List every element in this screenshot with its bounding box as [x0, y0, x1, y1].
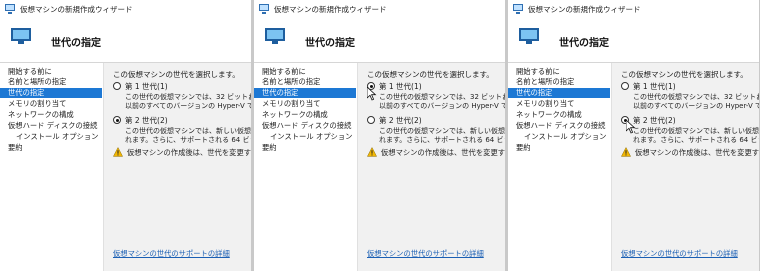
- gen2-label[interactable]: 第 2 世代(2): [379, 115, 422, 126]
- nav-item-generation[interactable]: 世代の指定: [508, 88, 610, 98]
- warning-text: 仮想マシンの作成後は、世代を変更すること: [127, 148, 251, 157]
- nav-item-name-location[interactable]: 名前と場所の指定: [254, 77, 356, 87]
- nav-item-install-options[interactable]: インストール オプション: [0, 132, 102, 142]
- nav-item-memory[interactable]: メモリの割り当て: [508, 99, 610, 109]
- vm-window-icon: [513, 4, 523, 14]
- gen1-radio[interactable]: [113, 82, 121, 90]
- nav-item-before-you-begin[interactable]: 開始する前に: [508, 67, 610, 77]
- page-title: 世代の指定: [559, 38, 609, 49]
- window-title: 仮想マシンの新規作成ウィザード: [528, 5, 641, 14]
- gen1-label[interactable]: 第 1 世代(1): [633, 81, 676, 92]
- generation-help-link[interactable]: 仮想マシンの世代のサポートの詳細: [621, 249, 738, 259]
- gen2-desc-line1: この世代の仮想マシンでは、新しい仮想化機能: [633, 127, 759, 135]
- gen2-desc-line1: この世代の仮想マシンでは、新しい仮想化機能: [379, 127, 505, 135]
- gen2-label[interactable]: 第 2 世代(2): [633, 115, 676, 126]
- gen1-desc-line2: 以前のすべてのバージョンの Hyper-V で使用: [125, 102, 251, 110]
- vm-window-icon: [259, 4, 269, 14]
- gen2-desc-line2: れます。さらに、サポートされる 64 ビット ゲスト: [633, 136, 759, 144]
- wizard-nav: 開始する前に 名前と場所の指定 世代の指定 メモリの割り当て ネットワークの構成…: [254, 63, 358, 271]
- mouse-cursor-icon: [367, 87, 377, 101]
- gen2-radio[interactable]: [113, 116, 121, 124]
- nav-item-generation[interactable]: 世代の指定: [254, 88, 356, 98]
- nav-item-virtual-disk[interactable]: 仮想ハード ディスクの接続: [508, 121, 610, 131]
- nav-item-before-you-begin[interactable]: 開始する前に: [0, 67, 102, 77]
- nav-item-summary[interactable]: 要約: [508, 143, 610, 153]
- gen1-label[interactable]: 第 1 世代(1): [125, 81, 168, 92]
- wizard-header: 世代の指定: [0, 16, 251, 62]
- warning-icon: [113, 147, 123, 157]
- gen2-desc-line2: れます。さらに、サポートされる 64 ビット ゲスト: [379, 136, 505, 144]
- nav-item-virtual-disk[interactable]: 仮想ハード ディスクの接続: [0, 121, 102, 131]
- generation-help-link[interactable]: 仮想マシンの世代のサポートの詳細: [367, 249, 484, 259]
- title-bar: 仮想マシンの新規作成ウィザード: [508, 0, 759, 16]
- page-title: 世代の指定: [305, 38, 355, 49]
- nav-item-install-options[interactable]: インストール オプション: [254, 132, 356, 142]
- mouse-cursor-icon: [626, 120, 636, 134]
- generation-help-link[interactable]: 仮想マシンの世代のサポートの詳細: [113, 249, 230, 259]
- gen1-desc-line2: 以前のすべてのバージョンの Hyper-V で使用: [633, 102, 759, 110]
- wizard-nav: 開始する前に 名前と場所の指定 世代の指定 メモリの割り当て ネットワークの構成…: [508, 63, 612, 271]
- gen2-desc-line2: れます。さらに、サポートされる 64 ビット ゲスト: [125, 136, 251, 144]
- gen2-radio[interactable]: [367, 116, 375, 124]
- title-bar: 仮想マシンの新規作成ウィザード: [254, 0, 505, 16]
- gen1-desc-line1: この世代の仮想マシンでは、32 ビットおよび 64: [125, 93, 251, 101]
- nav-item-virtual-disk[interactable]: 仮想ハード ディスクの接続: [254, 121, 356, 131]
- generation-description: この仮想マシンの世代を選択します。: [621, 70, 748, 79]
- generation-description: この仮想マシンの世代を選択します。: [113, 70, 240, 79]
- gen2-label[interactable]: 第 2 世代(2): [125, 115, 168, 126]
- generation-description: この仮想マシンの世代を選択します。: [367, 70, 494, 79]
- warning-icon: [621, 147, 631, 157]
- nav-item-memory[interactable]: メモリの割り当て: [254, 99, 356, 109]
- warning-icon: [367, 147, 377, 157]
- vm-monitor-icon: [265, 28, 285, 44]
- nav-item-summary[interactable]: 要約: [254, 143, 356, 153]
- wizard-window: 仮想マシンの新規作成ウィザード 世代の指定 開始する前に 名前と場所の指定 世代…: [254, 0, 505, 271]
- wizard-content: この仮想マシンの世代を選択します。 第 1 世代(1) この世代の仮想マシンでは…: [612, 63, 759, 271]
- window-title: 仮想マシンの新規作成ウィザード: [274, 5, 387, 14]
- gen1-radio[interactable]: [621, 82, 629, 90]
- wizard-nav: 開始する前に 名前と場所の指定 世代の指定 メモリの割り当て ネットワークの構成…: [0, 63, 104, 271]
- wizard-window: 仮想マシンの新規作成ウィザード 世代の指定 開始する前に 名前と場所の指定 世代…: [508, 0, 759, 271]
- wizard-header: 世代の指定: [254, 16, 505, 62]
- gen1-desc-line1: この世代の仮想マシンでは、32 ビットおよび 64: [633, 93, 759, 101]
- gen1-label[interactable]: 第 1 世代(1): [379, 81, 422, 92]
- title-bar: 仮想マシンの新規作成ウィザード: [0, 0, 251, 16]
- window-title: 仮想マシンの新規作成ウィザード: [20, 5, 133, 14]
- nav-item-networking[interactable]: ネットワークの構成: [254, 110, 356, 120]
- gen1-desc-line2: 以前のすべてのバージョンの Hyper-V で使用: [379, 102, 505, 110]
- vm-monitor-icon: [11, 28, 31, 44]
- page-title: 世代の指定: [51, 38, 101, 49]
- nav-item-before-you-begin[interactable]: 開始する前に: [254, 67, 356, 77]
- gen1-desc-line1: この世代の仮想マシンでは、32 ビットおよび 64: [379, 93, 505, 101]
- nav-item-summary[interactable]: 要約: [0, 143, 102, 153]
- vm-window-icon: [5, 4, 15, 14]
- nav-item-memory[interactable]: メモリの割り当て: [0, 99, 102, 109]
- nav-item-generation[interactable]: 世代の指定: [0, 88, 102, 98]
- nav-item-name-location[interactable]: 名前と場所の指定: [0, 77, 102, 87]
- nav-item-networking[interactable]: ネットワークの構成: [508, 110, 610, 120]
- warning-text: 仮想マシンの作成後は、世代を変更すること: [381, 148, 505, 157]
- nav-item-networking[interactable]: ネットワークの構成: [0, 110, 102, 120]
- warning-text: 仮想マシンの作成後は、世代を変更すること: [635, 148, 759, 157]
- wizard-content: この仮想マシンの世代を選択します。 第 1 世代(1) この世代の仮想マシンでは…: [104, 63, 251, 271]
- nav-item-install-options[interactable]: インストール オプション: [508, 132, 610, 142]
- vm-monitor-icon: [519, 28, 539, 44]
- wizard-header: 世代の指定: [508, 16, 759, 62]
- wizard-content: この仮想マシンの世代を選択します。 第 1 世代(1) この世代の仮想マシンでは…: [358, 63, 505, 271]
- wizard-window: 仮想マシンの新規作成ウィザード 世代の指定 開始する前に 名前と場所の指定 世代…: [0, 0, 251, 271]
- nav-item-name-location[interactable]: 名前と場所の指定: [508, 77, 610, 87]
- gen2-desc-line1: この世代の仮想マシンでは、新しい仮想化機能: [125, 127, 251, 135]
